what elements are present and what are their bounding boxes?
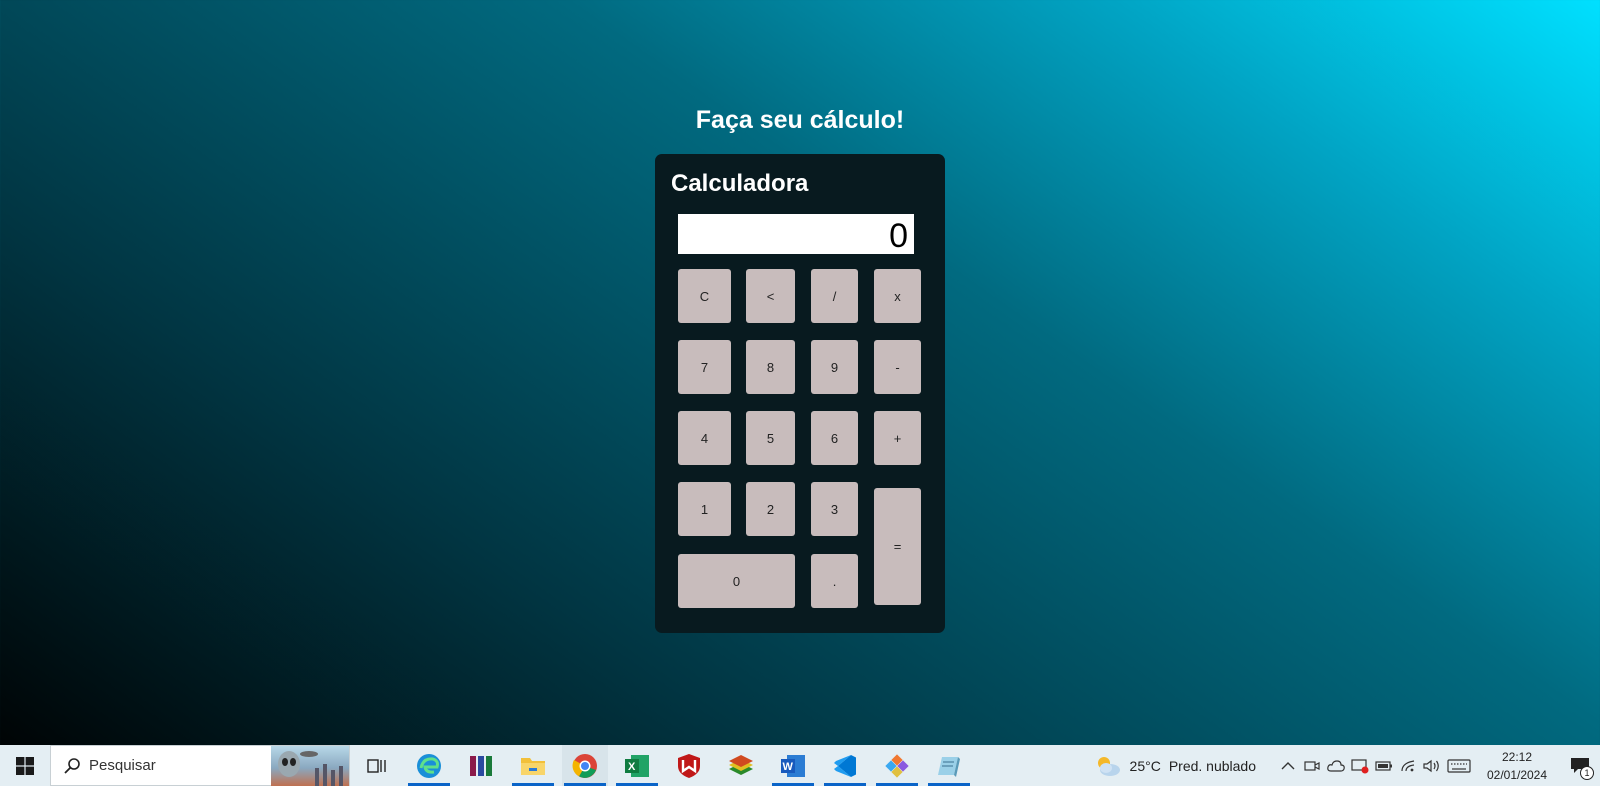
taskbar-app-excel[interactable]: X: [614, 745, 660, 786]
meet-now-button[interactable]: [1300, 745, 1324, 786]
digit-8-button[interactable]: 8: [746, 340, 795, 394]
wifi-icon: [1401, 759, 1415, 771]
taskbar-app-mcafee[interactable]: [666, 745, 712, 786]
network-button[interactable]: [1396, 745, 1420, 786]
display-alert-icon: [1351, 758, 1369, 773]
system-tray: 25°C Pred. nublado 22:12 02/01/2024 1: [1094, 745, 1600, 786]
windows-logo-icon: [16, 756, 34, 775]
word-icon: W: [781, 754, 805, 777]
taskbar-app-winrar[interactable]: [458, 745, 504, 786]
weather-temperature: 25°C: [1129, 757, 1161, 774]
volume-button[interactable]: [1420, 745, 1444, 786]
digit-4-button[interactable]: 4: [678, 411, 731, 465]
edge-icon: [417, 753, 441, 778]
chevron-up-icon: [1281, 761, 1295, 769]
folder-icon: [521, 757, 545, 775]
search-icon: [64, 757, 80, 774]
battery-icon: [1375, 760, 1392, 771]
backspace-button[interactable]: <: [746, 269, 795, 323]
keyboard-icon: [1447, 758, 1471, 773]
winrar-icon: [470, 755, 492, 776]
touch-keyboard-button[interactable]: [1444, 745, 1474, 786]
plus-button[interactable]: +: [874, 411, 921, 465]
digit-0-button[interactable]: 0: [678, 554, 795, 608]
taskbar-app-vscode[interactable]: [822, 745, 868, 786]
divide-button[interactable]: /: [811, 269, 858, 323]
digit-1-button[interactable]: 1: [678, 482, 731, 536]
multiply-button[interactable]: x: [874, 269, 921, 323]
taskbar: Pesquisar X W 25°C Pred. nublado 22:12 0…: [0, 745, 1600, 786]
task-view-icon: [367, 758, 386, 773]
svg-text:X: X: [628, 761, 636, 773]
taskbar-search[interactable]: Pesquisar: [50, 745, 350, 786]
minus-button[interactable]: -: [874, 340, 921, 394]
calculator-title: Calculadora: [671, 170, 809, 197]
chrome-icon: [572, 753, 597, 778]
clear-button[interactable]: C: [678, 269, 731, 323]
mcafee-shield-icon: [678, 753, 700, 778]
taskbar-app-snipping-tool[interactable]: [874, 745, 920, 786]
show-hidden-icons-button[interactable]: [1276, 745, 1300, 786]
clock-date: 02/01/2024: [1486, 767, 1548, 782]
onedrive-button[interactable]: [1324, 745, 1348, 786]
digit-6-button[interactable]: 6: [811, 411, 858, 465]
digit-2-button[interactable]: 2: [746, 482, 795, 536]
camera-icon: [1304, 760, 1320, 771]
taskbar-app-chrome[interactable]: [562, 745, 608, 786]
excel-icon: X: [625, 754, 649, 777]
speaker-icon: [1423, 759, 1439, 772]
notepad-icon: [938, 756, 960, 777]
decimal-button[interactable]: .: [811, 554, 858, 608]
weather-condition: Pred. nublado: [1168, 757, 1256, 774]
calculator-display: 0: [678, 214, 914, 255]
clock[interactable]: 22:12 02/01/2024: [1482, 748, 1552, 784]
digit-3-button[interactable]: 3: [811, 482, 858, 536]
calculator: Calculadora 0 C < / x 7 8 9 - 4 5 6 + 1 …: [655, 154, 945, 633]
notification-center-button[interactable]: 1: [1560, 745, 1600, 786]
task-view-button[interactable]: [354, 745, 400, 786]
snipping-tool-icon: [885, 753, 909, 778]
clock-time: 22:12: [1501, 749, 1533, 764]
digit-7-button[interactable]: 7: [678, 340, 731, 394]
battery-button[interactable]: [1372, 745, 1396, 786]
taskbar-app-bluestacks[interactable]: [718, 745, 764, 786]
vscode-icon: [834, 754, 856, 777]
search-placeholder: Pesquisar: [89, 757, 156, 774]
security-status-button[interactable]: [1348, 745, 1372, 786]
taskbar-app-file-explorer[interactable]: [510, 745, 556, 786]
start-button[interactable]: [0, 745, 50, 786]
digit-5-button[interactable]: 5: [746, 411, 795, 465]
bluestacks-icon: [729, 754, 753, 775]
weather-widget[interactable]: 25°C Pred. nublado: [1094, 755, 1256, 777]
svg-text:W: W: [783, 761, 794, 773]
equals-button[interactable]: =: [874, 488, 921, 605]
digit-9-button[interactable]: 9: [811, 340, 858, 394]
taskbar-app-notepad[interactable]: [926, 745, 972, 786]
taskbar-app-edge[interactable]: [406, 745, 452, 786]
page-title: Faça seu cálculo!: [695, 106, 905, 134]
search-highlight-image: [271, 746, 349, 786]
taskbar-app-word[interactable]: W: [770, 745, 816, 786]
partly-cloudy-icon: [1097, 756, 1120, 776]
cloud-icon: [1327, 759, 1345, 772]
notification-badge: 1: [1580, 766, 1594, 780]
